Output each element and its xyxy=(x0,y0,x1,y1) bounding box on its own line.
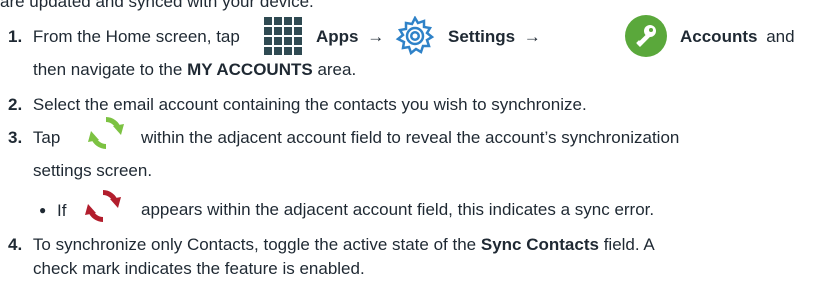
intro-text: are updated and synced with your device. xyxy=(0,0,314,13)
step-4-prefix: To synchronize only Contacts, toggle the… xyxy=(32,235,477,254)
step-3-lead: Tap xyxy=(32,128,61,147)
step-number: 2. xyxy=(8,95,23,114)
step-number: 4. xyxy=(8,235,23,254)
step-3-rest-line: within the adjacent account field to rev… xyxy=(141,127,679,149)
sync-error-rest-line: appears within the adjacent account fiel… xyxy=(141,199,654,221)
step-3-line-2: settings screen. xyxy=(33,160,152,182)
sync-error-lead: If xyxy=(56,201,67,220)
step-1-line2-suffix: area. xyxy=(317,60,357,79)
apps-label: Apps xyxy=(316,27,359,46)
settings-gear-icon xyxy=(395,16,435,56)
step-1-tail: and xyxy=(766,27,795,46)
step-1-line2-prefix: then navigate to the xyxy=(33,60,183,79)
sync-contacts-label: Sync Contacts xyxy=(480,235,599,254)
sync-icon xyxy=(88,117,124,149)
arrow-2: → xyxy=(523,27,541,46)
bullet-marker: ● xyxy=(39,203,47,217)
step-1-nav: Apps → xyxy=(316,26,384,48)
arrow-1: → xyxy=(367,27,385,46)
step-4-line2: check mark indicates the feature is enab… xyxy=(33,259,365,278)
step-1-settings: Settings → xyxy=(448,26,541,48)
step-1-line-2: then navigate to the MY ACCOUNTS area. xyxy=(33,59,356,81)
intro-text-content: are updated and synced with your device. xyxy=(0,0,314,11)
step-1-accounts: Accounts and xyxy=(680,26,795,48)
step-number: 1. xyxy=(8,27,23,46)
sync-error-icon xyxy=(85,190,121,222)
sync-error-note: ● If xyxy=(39,199,66,222)
step-2-text: Select the email account containing the … xyxy=(32,95,587,114)
step-3-line2: settings screen. xyxy=(33,161,153,180)
step-number: 3. xyxy=(8,128,23,147)
step-4: 4. To synchronize only Contacts, toggle … xyxy=(8,234,655,256)
accounts-label: Accounts xyxy=(680,27,758,46)
step-3-rest: within the adjacent account field to rev… xyxy=(141,128,680,147)
my-accounts-label: MY ACCOUNTS xyxy=(187,60,313,79)
sync-error-rest: appears within the adjacent account fiel… xyxy=(141,200,655,219)
settings-label: Settings xyxy=(448,27,516,46)
step-1: 1. From the Home screen, tap xyxy=(8,26,240,48)
step-4-suffix: field. A xyxy=(603,235,655,254)
step-3: 3. Tap xyxy=(8,127,60,149)
apps-grid-icon xyxy=(262,15,304,57)
accounts-key-icon xyxy=(625,15,667,57)
step-4-line-2: check mark indicates the feature is enab… xyxy=(33,258,365,280)
step-1-lead: From the Home screen, tap xyxy=(32,27,240,46)
